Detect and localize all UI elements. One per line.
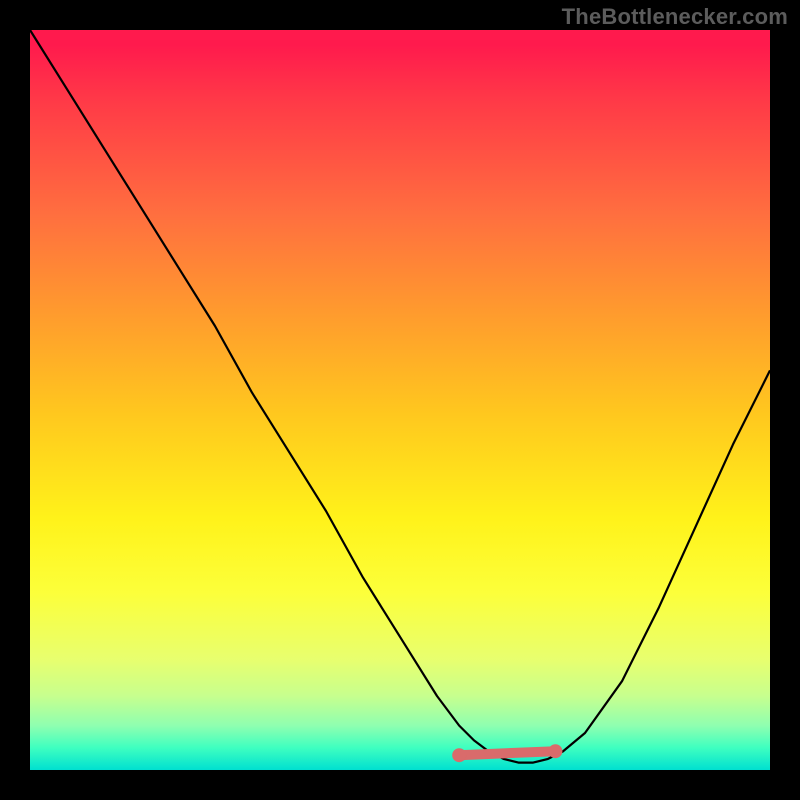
plot-area: [30, 30, 770, 770]
optimal-range-start-dot: [452, 748, 466, 762]
chart-svg: [30, 30, 770, 770]
optimal-range-end-dot: [548, 744, 562, 758]
watermark-text: TheBottlenecker.com: [562, 4, 788, 30]
optimal-range-line: [459, 751, 555, 755]
bottleneck-curve: [30, 30, 770, 763]
chart-frame: TheBottlenecker.com: [0, 0, 800, 800]
